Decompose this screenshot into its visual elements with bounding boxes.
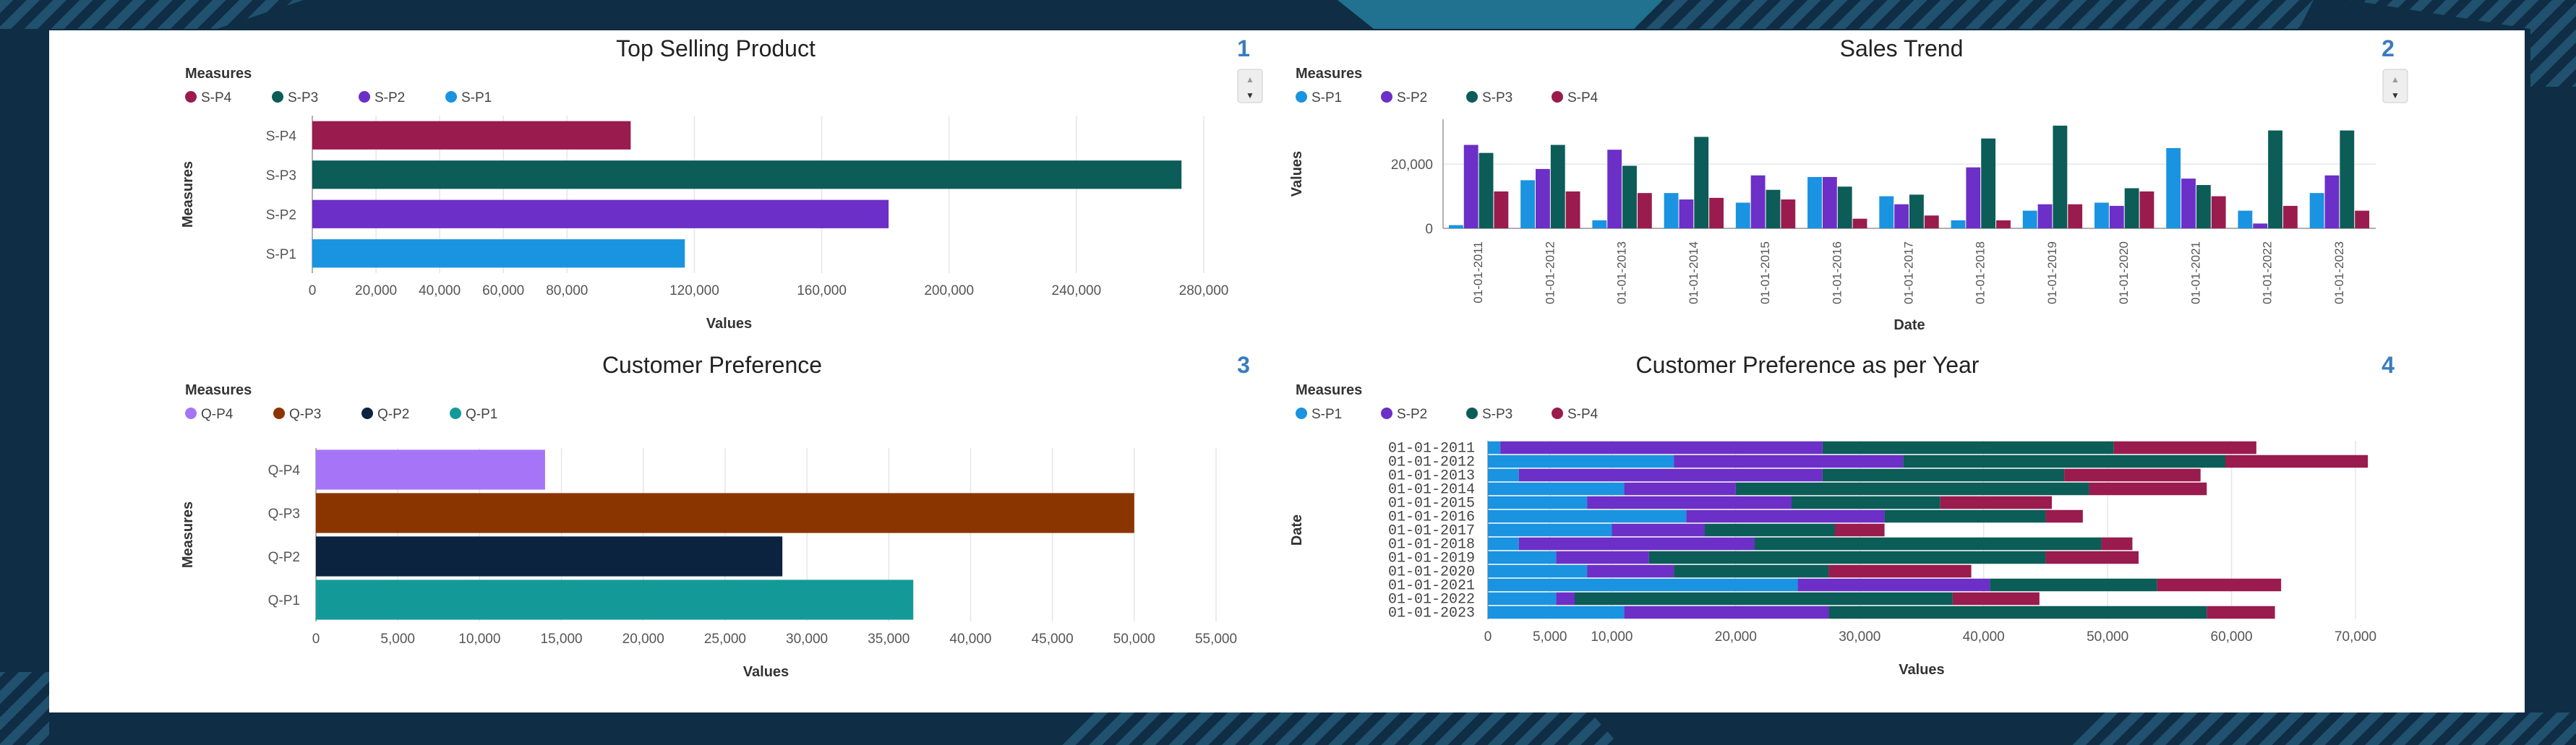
bar-s-p4-01-01-2013[interactable] — [2064, 468, 2201, 482]
bar-s-p1-01-01-2011[interactable] — [1488, 441, 1501, 455]
x-tick-label: 20,000 — [1715, 629, 1757, 645]
bar-s-p4-01-01-2015[interactable] — [1940, 496, 2052, 509]
bar-s-p1-01-01-2020[interactable] — [1488, 564, 1588, 578]
bar-s-p2-01-01-2011[interactable] — [1500, 441, 1823, 455]
x-tick-label: 50,000 — [2087, 629, 2128, 645]
bar-s-p3-01-01-2018[interactable] — [1754, 537, 2102, 551]
bar-s-p4-01-01-2012[interactable] — [2225, 455, 2369, 468]
bar-s-p3-01-01-2023[interactable] — [1828, 606, 2207, 619]
bar-s-p4-01-01-2023[interactable] — [2207, 606, 2275, 619]
bar-s-p3-01-01-2013[interactable] — [1822, 468, 2065, 482]
bar-s-p3-01-01-2014[interactable] — [1735, 482, 2089, 496]
bar-s-p1-01-01-2014[interactable] — [1488, 482, 1625, 496]
y-tick-label: 01-01-2023 — [1388, 606, 1475, 622]
bar-s-p2-01-01-2015[interactable] — [1587, 496, 1792, 509]
x-tick-label: 5,000 — [1533, 629, 1567, 645]
legend-item-s-p4[interactable]: S-P4 — [1567, 407, 1599, 422]
bar-s-p4-01-01-2022[interactable] — [1952, 592, 2040, 606]
bar-s-p1-01-01-2013[interactable] — [1488, 468, 1519, 482]
bar-s-p3-01-01-2016[interactable] — [1884, 509, 2046, 523]
bar-s-p1-01-01-2019[interactable] — [1488, 551, 1557, 564]
bar-s-p2-01-01-2021[interactable] — [1797, 578, 1990, 592]
bar-s-p4-01-01-2018[interactable] — [2101, 537, 2133, 551]
bar-s-p3-01-01-2021[interactable] — [1990, 578, 2157, 592]
bar-s-p2-01-01-2016[interactable] — [1686, 509, 1885, 523]
bar-s-p4-01-01-2016[interactable] — [2045, 509, 2083, 523]
bar-s-p2-01-01-2023[interactable] — [1624, 606, 1829, 619]
legend-swatch-s-p3[interactable] — [1466, 408, 1478, 419]
bar-s-p1-01-01-2015[interactable] — [1488, 496, 1588, 509]
x-tick-label: 0 — [1484, 629, 1492, 645]
legend-item-s-p2[interactable]: S-P2 — [1397, 407, 1427, 422]
bar-s-p2-01-01-2020[interactable] — [1587, 564, 1674, 578]
bar-s-p4-01-01-2017[interactable] — [1835, 523, 1885, 537]
bar-s-p3-01-01-2019[interactable] — [1648, 551, 2046, 564]
x-tick-label: 40,000 — [1963, 629, 2005, 645]
bar-s-p1-01-01-2018[interactable] — [1488, 537, 1519, 551]
bar-s-p4-01-01-2020[interactable] — [1828, 564, 1972, 578]
bar-s-p1-01-01-2012[interactable] — [1488, 455, 1674, 468]
x-tick-label: 10,000 — [1591, 629, 1633, 645]
bar-s-p2-01-01-2012[interactable] — [1674, 455, 1904, 468]
bar-s-p2-01-01-2014[interactable] — [1624, 482, 1736, 496]
legend-swatch-s-p4[interactable] — [1552, 408, 1563, 419]
bar-s-p2-01-01-2017[interactable] — [1612, 523, 1705, 537]
bar-s-p3-01-01-2020[interactable] — [1674, 564, 1829, 578]
bar-s-p3-01-01-2017[interactable] — [1705, 523, 1835, 537]
bar-s-p2-01-01-2019[interactable] — [1556, 551, 1649, 564]
legend-title: Measures — [1296, 382, 1362, 398]
bar-s-p3-01-01-2015[interactable] — [1792, 496, 1940, 509]
bar-s-p2-01-01-2013[interactable] — [1518, 468, 1823, 482]
bar-s-p4-01-01-2011[interactable] — [2113, 441, 2256, 455]
bar-s-p1-01-01-2023[interactable] — [1488, 606, 1625, 619]
bar-s-p1-01-01-2016[interactable] — [1488, 509, 1687, 523]
bar-s-p1-01-01-2022[interactable] — [1488, 592, 1557, 606]
x-tick-label: 60,000 — [2211, 629, 2253, 645]
legend-item-s-p1[interactable]: S-P1 — [1311, 407, 1342, 422]
bar-s-p4-01-01-2019[interactable] — [2045, 551, 2139, 564]
x-tick-label: 70,000 — [2335, 629, 2376, 645]
bar-s-p4-01-01-2014[interactable] — [2089, 482, 2207, 496]
chart-title: Customer Preference as per Year — [1636, 352, 1980, 378]
bar-s-p1-01-01-2017[interactable] — [1488, 523, 1612, 537]
bar-s-p3-01-01-2011[interactable] — [1822, 441, 2114, 455]
y-axis-title: Date — [1289, 514, 1305, 546]
legend-item-s-p3[interactable]: S-P3 — [1482, 407, 1512, 422]
bar-s-p3-01-01-2022[interactable] — [1575, 592, 1953, 606]
bar-s-p3-01-01-2012[interactable] — [1903, 455, 2225, 468]
legend-swatch-s-p1[interactable] — [1296, 408, 1307, 419]
bar-s-p1-01-01-2021[interactable] — [1488, 578, 1798, 592]
bar-s-p4-01-01-2021[interactable] — [2157, 578, 2282, 592]
x-axis-title: Values — [1899, 662, 1944, 678]
bar-s-p2-01-01-2018[interactable] — [1518, 537, 1755, 551]
chart-customer-preference-per-year: Customer Preference as per Year 4 Measures… — [1289, 352, 2395, 678]
chart-number: 4 — [2382, 352, 2395, 378]
bar-s-p2-01-01-2022[interactable] — [1556, 592, 1575, 606]
legend-swatch-s-p2[interactable] — [1381, 408, 1392, 419]
x-tick-label: 30,000 — [1839, 629, 1880, 645]
